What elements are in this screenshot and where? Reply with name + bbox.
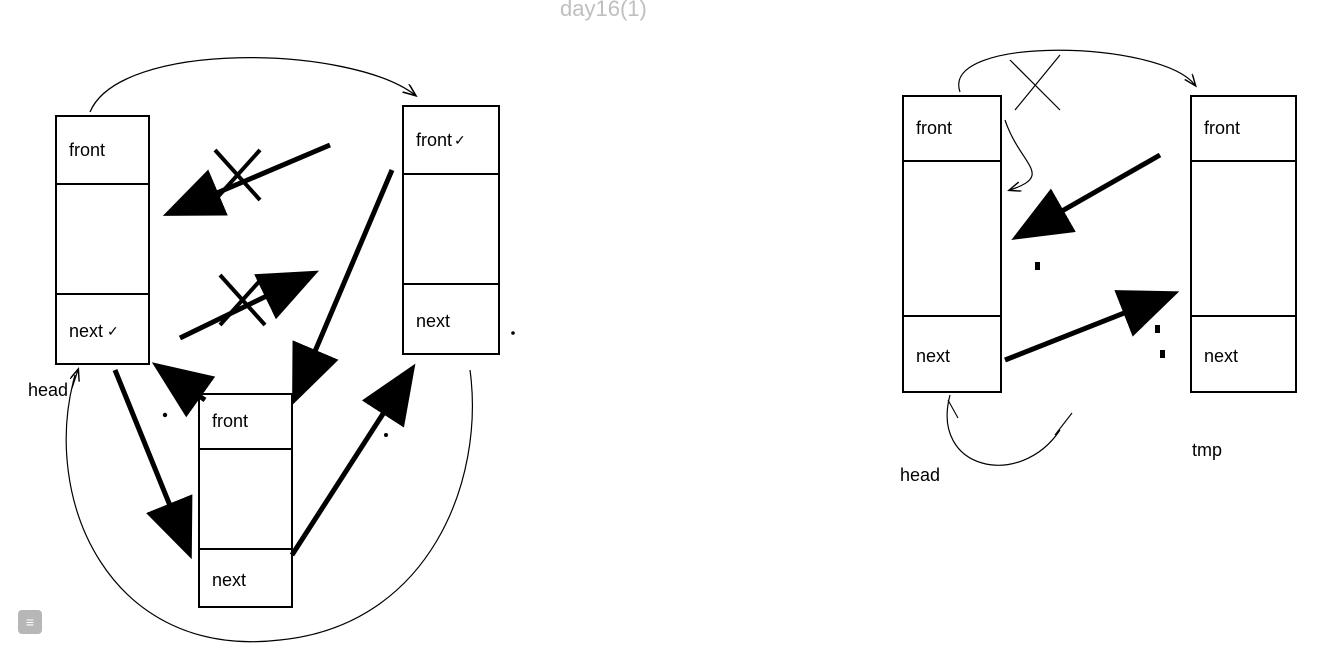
cell-front: front [212,411,248,432]
check-icon: ✓ [454,132,466,149]
cell-front: front [916,118,952,139]
page-title: day16(1) [560,0,647,22]
arrow-a-to-c [115,370,188,550]
arrow-b-down [296,170,392,396]
node-left-b: front ✓ next [402,105,500,355]
curve-a-to-b [90,58,415,112]
label-head-right: head [900,465,940,486]
arrow-h-to-t [1005,295,1170,360]
cell-front: front [69,140,105,161]
cell-next: next [416,311,450,332]
label-tmp: tmp [1192,440,1222,461]
scribble-top-right [1005,55,1060,190]
node-right-tmp: front next [1190,95,1297,393]
outline-toggle-icon[interactable]: ≡ [18,610,42,634]
arrow-crossed-upper [172,145,330,212]
curve-h-bottom [947,395,1060,465]
diagram-canvas: day16(1) front next ✓ front ✓ next front… [0,0,1317,667]
cell-next: next [1204,346,1238,367]
check-icon: ✓ [107,323,119,340]
list-icon: ≡ [26,614,34,630]
arrow-crossed-lower [180,275,310,338]
arrow-c-to-b [292,372,410,555]
node-left-a: front next ✓ [55,115,150,365]
cell-next: next [212,570,246,591]
cell-front: front [416,130,452,151]
curve-h-to-t-top [959,50,1195,92]
label-head-left: head [28,380,68,401]
arrow-t-to-h [1020,155,1160,235]
cell-front: front [1204,118,1240,139]
node-right-head: front next [902,95,1002,393]
cell-next: next [69,321,103,342]
node-left-c: front next [198,393,293,608]
cell-next: next [916,346,950,367]
